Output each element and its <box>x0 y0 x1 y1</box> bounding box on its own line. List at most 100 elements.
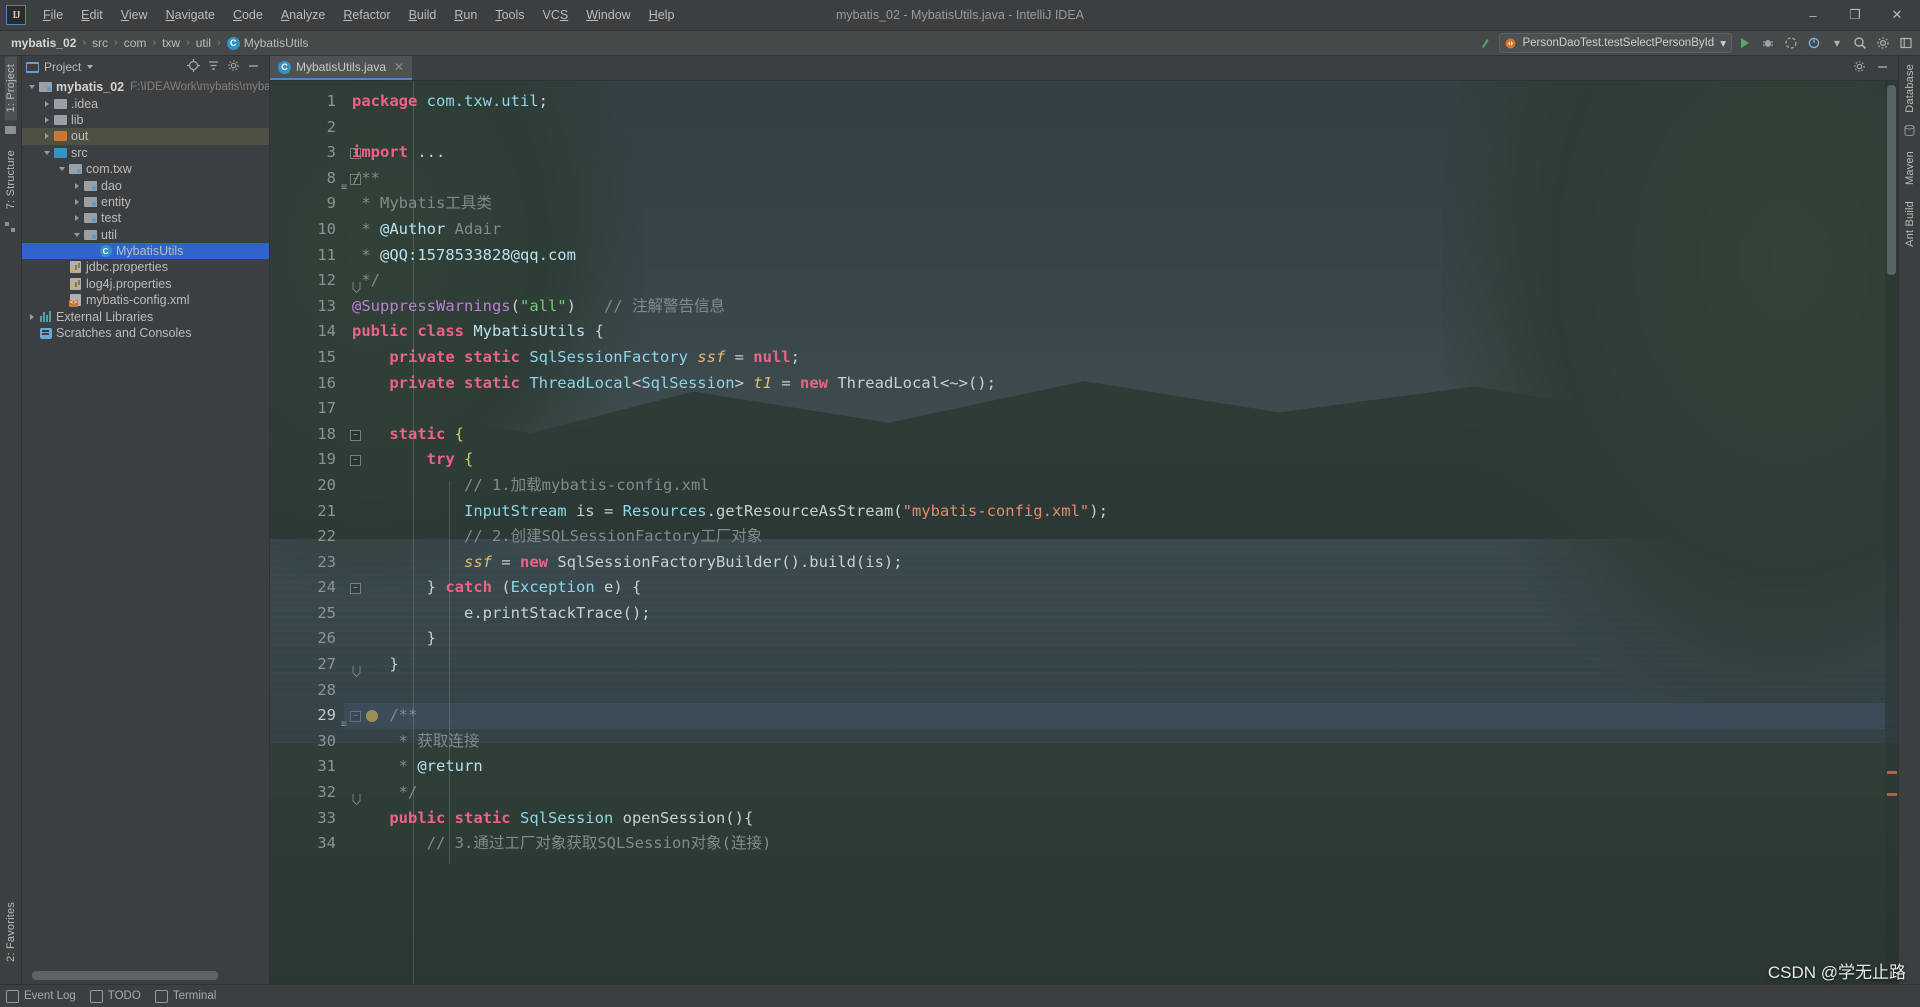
code-line-26[interactable]: } <box>344 626 1885 652</box>
gear-icon[interactable] <box>1853 60 1866 76</box>
code-line-15[interactable]: private static SqlSessionFactory ssf = n… <box>344 345 1885 371</box>
code-line-18[interactable]: static { <box>344 422 1885 448</box>
hide-panel-icon[interactable] <box>247 59 260 75</box>
tree-node-entity[interactable]: entity <box>22 194 269 210</box>
line-number-22[interactable]: 22 <box>270 524 344 550</box>
tree-node-jdbc-properties[interactable]: jdbc.properties <box>22 259 269 275</box>
menu-item-window[interactable]: Window <box>577 4 639 26</box>
line-number-10[interactable]: 10 <box>270 217 344 243</box>
line-number-3[interactable]: 3 + <box>270 140 361 166</box>
minimize-button[interactable]: – <box>1792 1 1834 30</box>
menu-item-vcs[interactable]: VCS <box>534 4 578 26</box>
line-number-16[interactable]: 16 <box>270 371 344 397</box>
tree-node-dao[interactable]: dao <box>22 177 269 193</box>
chevron-right-icon[interactable] <box>41 133 53 140</box>
line-number-26[interactable]: 26 <box>270 626 344 652</box>
code-line-19[interactable]: try { <box>344 447 1885 473</box>
line-number-34[interactable]: 34 <box>270 831 344 857</box>
chevron-down-icon[interactable] <box>41 150 53 155</box>
code-content[interactable]: package com.txw.util; import ... /** * My… <box>344 81 1885 984</box>
breadcrumb-item-src[interactable]: src <box>87 35 113 51</box>
code-line-14[interactable]: public class MybatisUtils { <box>344 319 1885 345</box>
tree-node-src[interactable]: src <box>22 145 269 161</box>
tree-node-log4j-properties[interactable]: log4j.properties <box>22 276 269 292</box>
event-log-button[interactable]: Event Log <box>6 989 76 1003</box>
editor-scrollbar[interactable] <box>1885 81 1898 984</box>
close-icon[interactable]: ✕ <box>394 60 404 74</box>
editor-tab-mybatisutils[interactable]: C MybatisUtils.java ✕ <box>270 56 413 80</box>
code-line-21[interactable]: InputStream is = Resources.getResourceAs… <box>344 499 1885 525</box>
tree-node-mybatis-02[interactable]: mybatis_02 F:\IDEAWork\mybatis\mybatis_02 <box>22 79 269 95</box>
code-line-27[interactable]: } <box>344 652 1885 678</box>
tree-node-scratches-and-consoles[interactable]: Scratches and Consoles <box>22 325 269 341</box>
code-line-32[interactable]: */ <box>344 780 1885 806</box>
line-number-32[interactable]: 32 <box>270 780 361 806</box>
menu-item-build[interactable]: Build <box>400 4 446 26</box>
close-button[interactable]: ✕ <box>1876 1 1918 30</box>
code-line-11[interactable]: * @QQ:1578533828@qq.com <box>344 243 1885 269</box>
code-line-29[interactable]: /** <box>344 703 1885 729</box>
line-number-18[interactable]: 18− <box>270 422 361 448</box>
tool-window-database[interactable]: Database <box>1904 56 1916 121</box>
chevron-down-icon[interactable] <box>56 167 68 172</box>
chevron-right-icon[interactable] <box>26 313 38 320</box>
code-line-10[interactable]: * @Author Adair <box>344 217 1885 243</box>
code-line-23[interactable]: ssf = new SqlSessionFactoryBuilder().bui… <box>344 550 1885 576</box>
tree-node--idea[interactable]: .idea <box>22 95 269 111</box>
search-everywhere-icon[interactable] <box>1850 34 1870 52</box>
tool-window-structure[interactable]: 7: Structure <box>5 142 17 217</box>
menu-item-file[interactable]: File <box>34 4 72 26</box>
chevron-down-icon[interactable] <box>71 232 83 237</box>
tree-node-com-txw[interactable]: com.txw <box>22 161 269 177</box>
chevron-right-icon[interactable] <box>71 215 83 222</box>
menu-item-tools[interactable]: Tools <box>486 4 533 26</box>
code-line-33[interactable]: public static SqlSession openSession(){ <box>344 806 1885 832</box>
debug-button[interactable] <box>1758 34 1778 52</box>
chevron-right-icon[interactable] <box>41 100 53 107</box>
breadcrumb-item-com[interactable]: com <box>119 35 152 51</box>
chevron-down-icon[interactable]: ▾ <box>1720 36 1726 50</box>
code-line-13[interactable]: @SuppressWarnings("all") // 注解警告信息 <box>344 294 1885 320</box>
line-number-23[interactable]: 23 <box>270 550 344 576</box>
line-number-29[interactable]: 29 ≡ − <box>270 703 378 730</box>
code-line-1[interactable]: package com.txw.util; <box>344 89 1885 115</box>
tree-node-test[interactable]: test <box>22 210 269 226</box>
tree-node-mybatisutils[interactable]: C MybatisUtils <box>22 242 269 260</box>
run-with-coverage-button[interactable] <box>1781 34 1801 52</box>
minimize-icon[interactable] <box>1876 60 1889 76</box>
line-number-8[interactable]: 8 ≡ − <box>270 166 361 193</box>
chevron-right-icon[interactable] <box>71 182 83 189</box>
code-line-34[interactable]: // 3.通过工厂对象获取SQLSession对象(连接) <box>344 831 1885 857</box>
settings-gear-icon[interactable] <box>1873 34 1893 52</box>
tool-window-favorites[interactable]: 2: Favorites <box>5 894 17 970</box>
locate-file-icon[interactable] <box>187 59 200 75</box>
collapse-all-icon[interactable] <box>207 59 220 75</box>
line-number-13[interactable]: 13 <box>270 294 344 320</box>
tree-node-lib[interactable]: lib <box>22 112 269 128</box>
run-configuration-selector[interactable]: PersonDaoTest.testSelectPersonById ▾ <box>1499 33 1732 53</box>
todo-button[interactable]: TODO <box>89 989 141 1003</box>
code-line-17[interactable] <box>344 396 1885 422</box>
line-number-28[interactable]: 28 <box>270 678 344 704</box>
line-number-gutter[interactable]: 1 2 3 +8 ≡ −9 10 11 12 13 14 15 16 17 18−19−20 21 22 23 24… <box>270 81 378 984</box>
code-editor[interactable]: 1 2 3 +8 ≡ −9 10 11 12 13 14 15 16 17 18−19−20 21 22 23 24… <box>270 81 1898 984</box>
run-button[interactable] <box>1735 34 1755 52</box>
menu-item-run[interactable]: Run <box>445 4 486 26</box>
code-line-24[interactable]: } catch (Exception e) { <box>344 575 1885 601</box>
tool-window-project[interactable]: 1: Project <box>4 56 17 121</box>
line-number-21[interactable]: 21 <box>270 499 344 525</box>
tree-node-external-libraries[interactable]: External Libraries <box>22 308 269 324</box>
breadcrumb-item-util[interactable]: util <box>191 35 216 51</box>
breadcrumb-item-mybatis-02[interactable]: mybatis_02 <box>6 35 81 51</box>
menu-item-edit[interactable]: Edit <box>72 4 112 26</box>
breadcrumb-item-txw[interactable]: txw <box>157 35 185 51</box>
menu-item-view[interactable]: View <box>112 4 157 26</box>
line-number-14[interactable]: 14 <box>270 319 344 345</box>
code-line-16[interactable]: private static ThreadLocal<SqlSession> t… <box>344 371 1885 397</box>
code-line-30[interactable]: * 获取连接 <box>344 729 1885 755</box>
line-number-9[interactable]: 9 <box>270 191 344 217</box>
chevron-down-icon[interactable] <box>26 85 38 90</box>
menu-item-code[interactable]: Code <box>224 4 272 26</box>
code-line-31[interactable]: * @return <box>344 754 1885 780</box>
maximize-button[interactable]: ❐ <box>1834 1 1876 30</box>
